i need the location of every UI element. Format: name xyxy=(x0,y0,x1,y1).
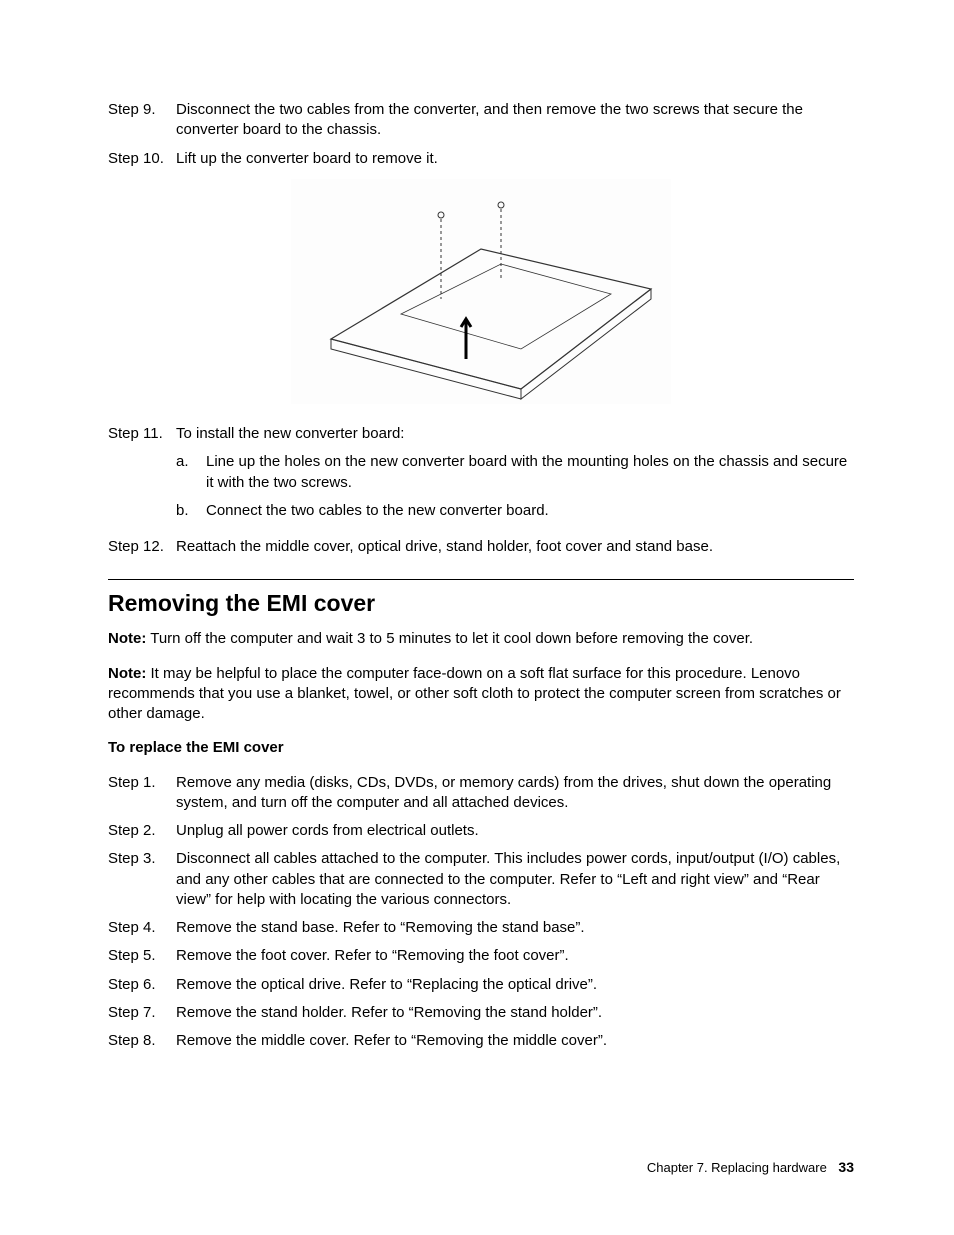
step-text: Remove the middle cover. Refer to “Remov… xyxy=(176,1031,854,1051)
step-item: Step 7. Remove the stand holder. Refer t… xyxy=(108,1003,854,1023)
sub-step-item: b. Connect the two cables to the new con… xyxy=(176,501,854,521)
page-content: Step 9. Disconnect the two cables from t… xyxy=(0,0,954,1099)
steps-group-a2: Step 11. To install the new converter bo… xyxy=(108,424,854,557)
step-text: Remove the optical drive. Refer to “Repl… xyxy=(176,975,854,995)
step-text: Remove any media (disks, CDs, DVDs, or m… xyxy=(176,773,854,814)
step-item: Step 12. Reattach the middle cover, opti… xyxy=(108,537,854,557)
sub-steps: a. Line up the holes on the new converte… xyxy=(176,452,854,521)
step-item: Step 11. To install the new converter bo… xyxy=(108,424,854,529)
step-label: Step 8. xyxy=(108,1031,176,1051)
step-item: Step 10. Lift up the converter board to … xyxy=(108,149,854,169)
step-text: Unplug all power cords from electrical o… xyxy=(176,821,854,841)
step-label: Step 5. xyxy=(108,946,176,966)
step-item: Step 8. Remove the middle cover. Refer t… xyxy=(108,1031,854,1051)
step-label: Step 11. xyxy=(108,424,176,529)
sub-step-item: a. Line up the holes on the new converte… xyxy=(176,452,854,493)
sub-text: Line up the holes on the new converter b… xyxy=(206,452,854,493)
step-label: Step 10. xyxy=(108,149,176,169)
step-text: Reattach the middle cover, optical drive… xyxy=(176,537,854,557)
step-item: Step 2. Unplug all power cords from elec… xyxy=(108,821,854,841)
step-label: Step 7. xyxy=(108,1003,176,1023)
section-divider xyxy=(108,579,854,580)
step-text: Disconnect all cables attached to the co… xyxy=(176,849,854,910)
step-item: Step 4. Remove the stand base. Refer to … xyxy=(108,918,854,938)
steps-group-a: Step 9. Disconnect the two cables from t… xyxy=(108,100,854,169)
step-text: Remove the foot cover. Refer to “Removin… xyxy=(176,946,854,966)
step-label: Step 9. xyxy=(108,100,176,141)
note-paragraph: Note: Turn off the computer and wait 3 t… xyxy=(108,629,854,649)
step-item: Step 9. Disconnect the two cables from t… xyxy=(108,100,854,141)
step-body: To install the new converter board: a. L… xyxy=(176,424,854,529)
section-heading: Removing the EMI cover xyxy=(108,588,854,619)
note-text: It may be helpful to place the computer … xyxy=(108,665,841,723)
sub-label: a. xyxy=(176,452,206,493)
step-item: Step 6. Remove the optical drive. Refer … xyxy=(108,975,854,995)
step-item: Step 1. Remove any media (disks, CDs, DV… xyxy=(108,773,854,814)
footer-chapter: Chapter 7. Replacing hardware xyxy=(647,1160,827,1175)
procedure-subheading: To replace the EMI cover xyxy=(108,738,854,758)
note-text: Turn off the computer and wait 3 to 5 mi… xyxy=(146,630,753,647)
note-paragraph: Note: It may be helpful to place the com… xyxy=(108,664,854,725)
step-text: Remove the stand holder. Refer to “Remov… xyxy=(176,1003,854,1023)
step-label: Step 1. xyxy=(108,773,176,814)
step-label: Step 4. xyxy=(108,918,176,938)
step-item: Step 3. Disconnect all cables attached t… xyxy=(108,849,854,910)
note-label: Note: xyxy=(108,665,146,682)
step-text: Disconnect the two cables from the conve… xyxy=(176,100,854,141)
illustration-placeholder xyxy=(291,179,671,404)
step-label: Step 2. xyxy=(108,821,176,841)
converter-board-figure xyxy=(108,179,854,410)
sub-text: Connect the two cables to the new conver… xyxy=(206,501,854,521)
step-text: To install the new converter board: xyxy=(176,425,404,442)
note-label: Note: xyxy=(108,630,146,647)
sub-label: b. xyxy=(176,501,206,521)
step-label: Step 3. xyxy=(108,849,176,910)
step-text: Remove the stand base. Refer to “Removin… xyxy=(176,918,854,938)
footer-page-number: 33 xyxy=(838,1159,854,1175)
step-text: Lift up the converter board to remove it… xyxy=(176,149,854,169)
chassis-illustration-icon xyxy=(291,179,671,404)
step-label: Step 12. xyxy=(108,537,176,557)
steps-group-b: Step 1. Remove any media (disks, CDs, DV… xyxy=(108,773,854,1052)
page-footer: Chapter 7. Replacing hardware 33 xyxy=(647,1158,854,1177)
step-label: Step 6. xyxy=(108,975,176,995)
step-item: Step 5. Remove the foot cover. Refer to … xyxy=(108,946,854,966)
